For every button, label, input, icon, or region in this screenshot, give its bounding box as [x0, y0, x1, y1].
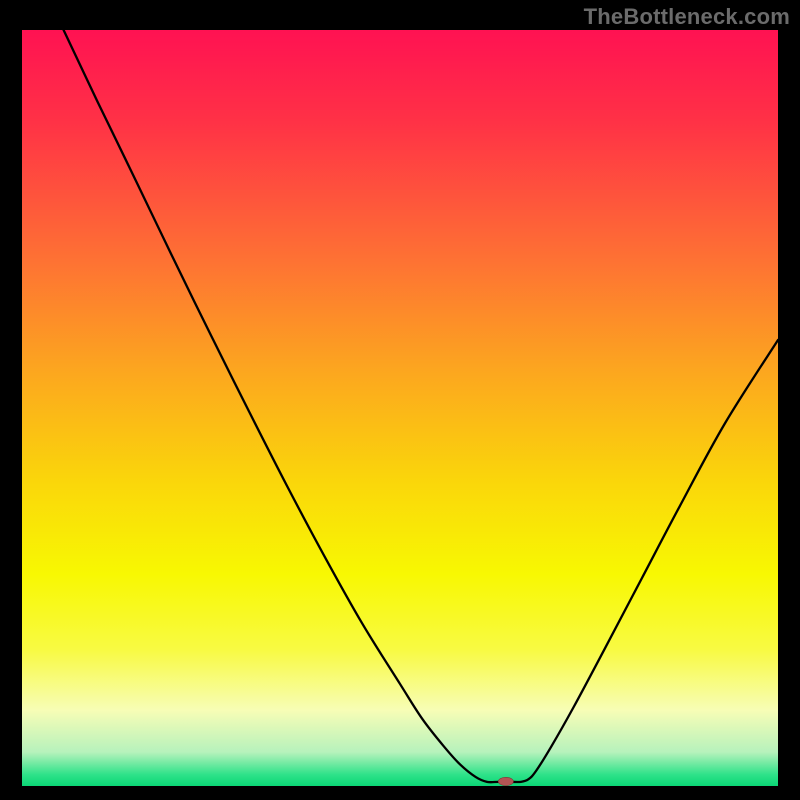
plot-area — [22, 30, 778, 786]
watermark-text: TheBottleneck.com — [584, 4, 790, 30]
gradient-background — [22, 30, 778, 786]
chart-container: TheBottleneck.com — [0, 0, 800, 800]
optimum-marker — [498, 777, 513, 785]
chart-svg — [22, 30, 778, 786]
